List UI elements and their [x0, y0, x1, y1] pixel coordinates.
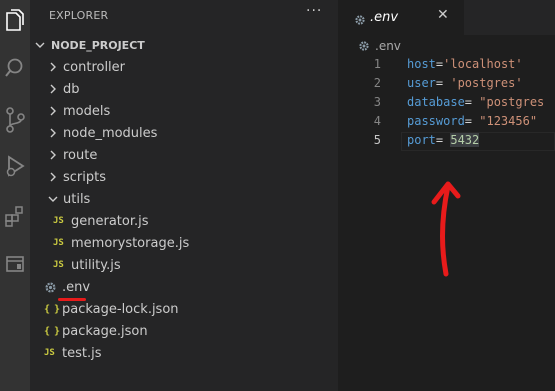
- code-text: host='localhost': [407, 57, 523, 71]
- chevron-right-icon: [45, 106, 61, 116]
- gear-icon: [358, 40, 375, 52]
- tree-item-label: memorystorage.js: [71, 235, 190, 251]
- remote-explorer-icon[interactable]: [0, 244, 30, 284]
- env-value: 5432: [450, 133, 480, 147]
- tree-file[interactable]: { } package-lock.json: [30, 298, 338, 320]
- gear-icon: [354, 11, 366, 30]
- tree-item-label: route: [63, 147, 98, 163]
- breadcrumb-label: .env: [375, 39, 401, 53]
- source-control-icon[interactable]: [0, 100, 30, 140]
- code-line[interactable]: 5 port= 5432: [338, 133, 555, 152]
- tree-item-label: db: [63, 81, 80, 97]
- more-actions-button[interactable]: ···: [306, 3, 322, 19]
- env-operator: =: [435, 133, 451, 147]
- tree-item-label: test.js: [62, 345, 102, 361]
- tree-folder[interactable]: controller: [30, 56, 338, 78]
- code-text: database= "postgres: [407, 95, 544, 109]
- project-name: NODE_PROJECT: [51, 38, 145, 52]
- explorer-sidebar: EXPLORER ··· NODE_PROJECT controller db …: [30, 0, 338, 391]
- run-debug-icon[interactable]: [0, 146, 30, 186]
- tree-item-label: .env: [62, 279, 91, 295]
- env-value: "123456": [479, 114, 538, 128]
- chevron-down-icon: [45, 194, 61, 204]
- env-operator: =: [464, 114, 480, 128]
- tree-folder[interactable]: node_modules: [30, 122, 338, 144]
- env-key: port: [407, 133, 436, 147]
- tree-folder[interactable]: models: [30, 100, 338, 122]
- env-key: database: [407, 95, 465, 109]
- tree-item-label: node_modules: [63, 125, 158, 141]
- explorer-title: EXPLORER: [49, 9, 109, 22]
- extensions-icon[interactable]: [0, 196, 30, 236]
- code-line[interactable]: 2 user= 'postgres': [338, 76, 555, 95]
- tree-folder[interactable]: db: [30, 78, 338, 100]
- chevron-right-icon: [45, 172, 61, 182]
- code-text: password= "123456": [407, 114, 537, 128]
- line-number: 5: [373, 133, 381, 147]
- gear-icon: [44, 281, 62, 294]
- tree-file[interactable]: JS test.js: [30, 342, 338, 364]
- tree-item-label: scripts: [63, 169, 106, 185]
- js-file-icon: JS: [53, 216, 64, 226]
- tree-folder[interactable]: scripts: [30, 166, 338, 188]
- js-file-icon: JS: [44, 348, 55, 358]
- breadcrumb[interactable]: .env: [358, 37, 401, 55]
- chevron-down-icon: [32, 40, 48, 50]
- tree-file[interactable]: JS memorystorage.js: [30, 232, 338, 254]
- chevron-right-icon: [45, 62, 61, 72]
- tree-item-label: utility.js: [71, 257, 121, 273]
- tree-item-label: generator.js: [71, 213, 149, 229]
- line-number: 2: [373, 76, 381, 90]
- annotation-underline: [58, 298, 86, 301]
- tree-item-label: package.json: [62, 323, 148, 339]
- chevron-right-icon: [45, 128, 61, 138]
- chevron-right-icon: [45, 150, 61, 160]
- json-file-icon: { }: [44, 325, 60, 337]
- js-file-icon: JS: [53, 260, 64, 270]
- tree-file[interactable]: { } package.json: [30, 320, 338, 342]
- env-value: 'postgres': [450, 76, 523, 90]
- tree-file[interactable]: JS generator.js: [30, 210, 338, 232]
- env-key: password: [407, 114, 465, 128]
- explorer-files-icon[interactable]: [0, 0, 30, 40]
- tree-item-label: models: [63, 103, 111, 119]
- json-file-icon: { }: [44, 303, 60, 315]
- project-root[interactable]: NODE_PROJECT: [30, 34, 338, 56]
- env-operator: =: [464, 95, 480, 109]
- line-number: 1: [373, 57, 381, 71]
- tree-file[interactable]: JS utility.js: [30, 254, 338, 276]
- line-number: 4: [373, 114, 381, 128]
- search-icon[interactable]: [0, 48, 30, 88]
- env-value: "postgres: [479, 95, 545, 109]
- annotation-arrow-icon: [431, 181, 461, 277]
- tree-folder-open[interactable]: utils: [30, 188, 338, 210]
- tab-bar: .env ✕: [338, 0, 555, 35]
- env-value: 'localhost': [443, 57, 523, 71]
- close-icon[interactable]: ✕: [437, 7, 449, 23]
- env-operator: =: [435, 76, 451, 90]
- tab-env[interactable]: .env ✕: [338, 0, 464, 35]
- tree-item-label: controller: [63, 59, 126, 75]
- activity-bar: [0, 0, 30, 391]
- env-key: user: [407, 76, 436, 90]
- tree-item-label: utils: [63, 191, 91, 207]
- tree-file-env[interactable]: .env: [30, 276, 338, 298]
- tree-folder[interactable]: route: [30, 144, 338, 166]
- tab-label: .env: [370, 10, 399, 25]
- code-line[interactable]: 4 password= "123456": [338, 114, 555, 133]
- code-text: port= 5432: [407, 133, 480, 147]
- chevron-right-icon: [45, 84, 61, 94]
- js-file-icon: JS: [53, 238, 64, 248]
- env-key: host: [407, 57, 436, 71]
- code-text: user= 'postgres': [407, 76, 523, 90]
- code-line[interactable]: 1 host='localhost': [338, 57, 555, 76]
- code-line[interactable]: 3 database= "postgres: [338, 95, 555, 114]
- tree-item-label: package-lock.json: [62, 301, 179, 317]
- line-number: 3: [373, 95, 381, 109]
